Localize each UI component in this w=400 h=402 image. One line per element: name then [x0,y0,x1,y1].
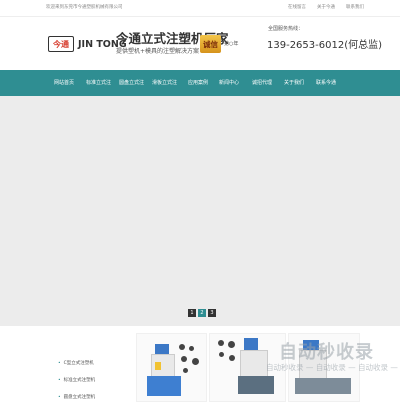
hero-banner[interactable] [0,96,400,326]
pager-dot-3[interactable]: 3 [208,309,216,317]
top-link-message[interactable]: 在线留言 [288,4,306,10]
nav-item-cases[interactable]: 应用案例 [188,79,208,86]
product-card-1[interactable] [136,333,207,402]
top-links: 在线留言 关于今通 联系我们 [288,4,364,10]
slogan-subtitle: 提供塑机+模具的注塑解决方案 [116,48,200,55]
logo-mark: 今通 [48,36,74,52]
hotline-number: 139-2653-6012(何总监) [267,40,383,51]
top-utility-bar: 欢迎来到东莞市今通塑胶机械有限公司 在线留言 关于今通 联系我们 [0,0,400,17]
nav-item-home[interactable]: 网站首页 [54,79,74,86]
pager-dot-1[interactable]: 1 [188,309,196,317]
main-nav: 网站首页 标准立式注 圆盘立式注 滑板立式注 应用案例 新闻中心 诚招代理 关于… [0,70,400,96]
pager-dot-2[interactable]: 2 [198,309,206,317]
product-center-title: 产品中心 [71,333,94,339]
top-link-about[interactable]: 关于今通 [317,4,335,10]
category-disc[interactable]: 圆盘立式注塑机 [58,394,96,400]
machine-image [155,344,169,354]
integrity-badge: 诚信 [200,35,221,53]
hotline-label: 全国服务热线： [268,26,304,32]
machine-image [244,338,258,350]
welcome-text: 欢迎来到东莞市今通塑胶机械有限公司 [46,5,123,10]
badge-note: 第○年 [224,41,239,47]
nav-item-disc[interactable]: 圆盘立式注 [119,79,144,86]
top-link-contact[interactable]: 联系我们 [346,4,364,10]
nav-item-about[interactable]: 关于我们 [284,79,304,86]
nav-item-agent[interactable]: 诚招代理 [252,79,272,86]
nav-item-slide[interactable]: 滑板立式注 [152,79,177,86]
category-c-type[interactable]: C型立式注塑机 [58,360,94,366]
category-standard[interactable]: 标准立式注塑机 [58,377,96,383]
parts-image [216,338,240,368]
nav-item-contact[interactable]: 联系今通 [316,79,336,86]
watermark: 自动秒收录 [279,342,374,363]
nav-item-standard[interactable]: 标准立式注 [86,79,111,86]
banner-pager: 1 2 3 [188,309,216,317]
watermark-sub: 自动秒收录 — 自动收录 — 自动收录 — [266,363,398,372]
nav-item-news[interactable]: 新闻中心 [219,79,239,86]
parts-image [177,342,203,376]
